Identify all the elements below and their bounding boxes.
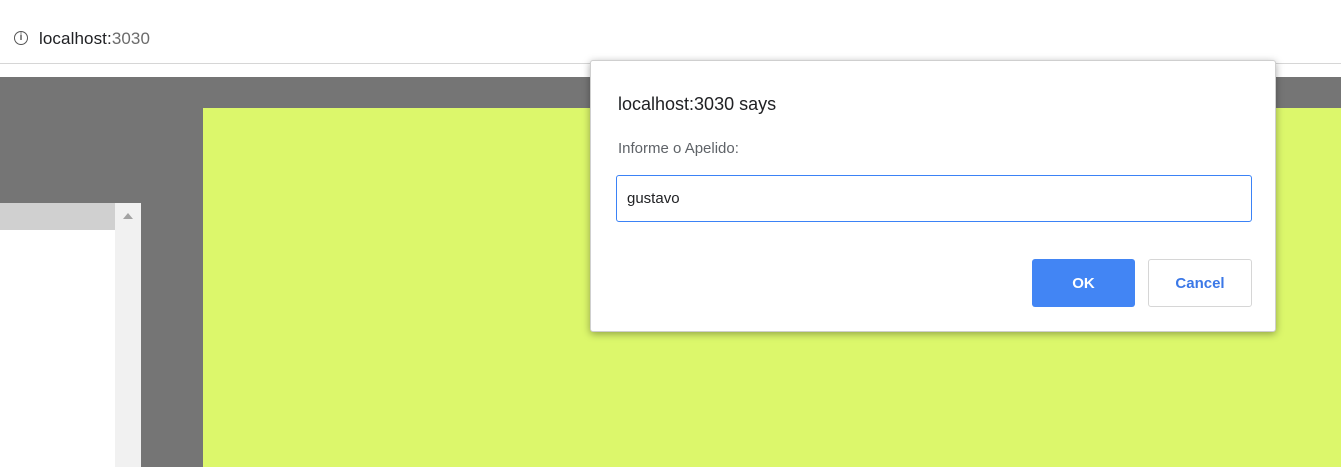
panel-header-strip: [0, 203, 115, 230]
address-bar[interactable]: i localhost:3030: [0, 0, 1341, 64]
scroll-up-arrow-icon[interactable]: [123, 213, 133, 219]
ok-button[interactable]: OK: [1032, 259, 1135, 307]
scrollbar[interactable]: [115, 203, 141, 467]
url-host: localhost:: [39, 29, 112, 48]
prompt-input[interactable]: [616, 175, 1252, 222]
prompt-dialog: localhost:3030 says Informe o Apelido: O…: [590, 60, 1276, 332]
cancel-button[interactable]: Cancel: [1148, 259, 1252, 307]
left-panel: [0, 203, 141, 467]
url-port: 3030: [111, 29, 151, 48]
dialog-message: Informe o Apelido:: [618, 140, 739, 157]
dialog-title: localhost:3030 says: [618, 94, 777, 114]
info-icon[interactable]: i: [14, 31, 28, 45]
url-text[interactable]: localhost:3030: [39, 29, 150, 49]
